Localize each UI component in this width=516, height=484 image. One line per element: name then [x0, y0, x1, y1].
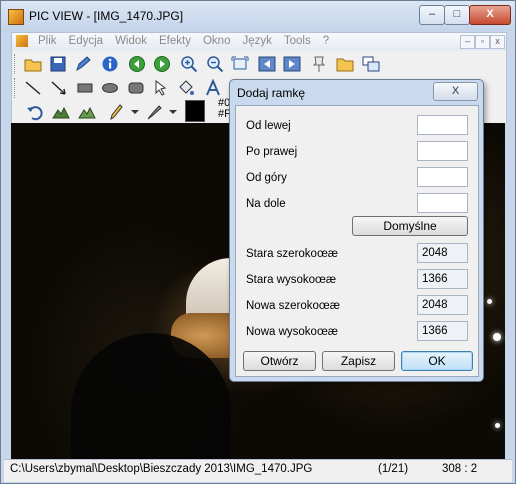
- label-bottom: Na dole: [246, 198, 286, 210]
- folder-icon[interactable]: [336, 55, 354, 73]
- maximize-button[interactable]: □: [444, 5, 470, 25]
- label-old-height: Stara wysokoœæ: [246, 274, 337, 286]
- chevron-down-icon[interactable]: [164, 103, 182, 121]
- photo-light: [487, 299, 492, 304]
- menu-tools[interactable]: Tools: [284, 35, 311, 47]
- open-button[interactable]: Otwórz: [243, 351, 316, 371]
- input-left[interactable]: [417, 115, 468, 135]
- status-file-path: C:\Users\zbymal\Desktop\Bieszczady 2013\…: [10, 463, 313, 475]
- fit-window-icon[interactable]: [231, 55, 249, 73]
- label-new-height: Nowa wysokoœæ: [246, 326, 339, 338]
- menu-plik[interactable]: Plik: [38, 35, 57, 47]
- status-coordinates: 308 : 2: [442, 463, 478, 475]
- last-image-icon[interactable]: [283, 55, 301, 73]
- document-icon[interactable]: [16, 35, 28, 47]
- label-new-width: Nowa szerokoœæ: [246, 300, 340, 312]
- toolbar-grip[interactable]: [14, 54, 18, 74]
- window-title: PIC VIEW - [IMG_1470.JPG]: [29, 9, 184, 23]
- label-left: Od lewej: [246, 120, 291, 132]
- toolbar-grip[interactable]: [14, 78, 18, 98]
- select-tool-icon[interactable]: [152, 79, 170, 97]
- dialog-close-button[interactable]: X: [433, 82, 478, 101]
- mountain-alt-icon[interactable]: [78, 103, 96, 121]
- edit-pencil-icon[interactable]: [74, 55, 92, 73]
- ok-button[interactable]: OK: [401, 351, 473, 371]
- rectangle-tool-icon[interactable]: [76, 79, 94, 97]
- dialog-title: Dodaj ramkę: [237, 86, 306, 100]
- mountain-icon[interactable]: [52, 103, 70, 121]
- arrow-tool-icon[interactable]: [50, 79, 68, 97]
- label-right: Po prawej: [246, 146, 298, 158]
- fill-tool-icon[interactable]: [177, 79, 195, 97]
- windows-icon[interactable]: [362, 55, 380, 73]
- menu-edycja[interactable]: Edycja: [69, 35, 104, 47]
- value-old-height: 1366: [417, 269, 468, 289]
- input-top[interactable]: [417, 167, 468, 187]
- text-tool-icon[interactable]: [204, 79, 222, 97]
- menu-efekty[interactable]: Efekty: [159, 35, 191, 47]
- label-top: Od góry: [246, 172, 287, 184]
- mdi-close-button[interactable]: x: [490, 35, 505, 49]
- menu-okno[interactable]: Okno: [203, 35, 231, 47]
- info-icon[interactable]: [101, 55, 119, 73]
- minimize-button[interactable]: –: [419, 5, 445, 25]
- value-new-width: 2048: [417, 295, 468, 315]
- photo-light: [495, 423, 500, 428]
- next-icon[interactable]: [153, 55, 171, 73]
- add-frame-dialog: Dodaj ramkę X Od lewej Po prawej Od góry…: [229, 79, 484, 382]
- value-new-height: 1366: [417, 321, 468, 341]
- open-folder-icon[interactable]: [24, 55, 42, 73]
- chevron-down-icon[interactable]: [126, 103, 144, 121]
- brush-tool-icon[interactable]: [145, 103, 163, 121]
- status-bar: C:\Users\zbymal\Desktop\Bieszczady 2013\…: [4, 459, 512, 482]
- previous-icon[interactable]: [128, 55, 146, 73]
- status-image-count: (1/21): [378, 463, 409, 475]
- ellipse-tool-icon[interactable]: [101, 79, 119, 97]
- save-button[interactable]: Zapisz: [322, 351, 395, 371]
- save-icon[interactable]: [49, 55, 67, 73]
- photo-light: [493, 333, 501, 341]
- color-swatch[interactable]: [185, 100, 205, 122]
- zoom-out-icon[interactable]: [206, 55, 224, 73]
- menu-jezyk[interactable]: Język: [242, 35, 271, 47]
- undo-icon[interactable]: [26, 103, 44, 121]
- title-bar[interactable]: PIC VIEW - [IMG_1470.JPG] – □ X: [1, 1, 515, 31]
- rounded-rect-tool-icon[interactable]: [127, 79, 145, 97]
- menu-widok[interactable]: Widok: [115, 35, 147, 47]
- app-icon: [8, 9, 24, 25]
- input-right[interactable]: [417, 141, 468, 161]
- menu-bar: Plik Edycja Widok Efekty Okno Język Tool…: [11, 32, 507, 52]
- line-tool-icon[interactable]: [24, 79, 42, 97]
- label-old-width: Stara szerokoœæ: [246, 248, 339, 260]
- input-bottom[interactable]: [417, 193, 468, 213]
- zoom-in-icon[interactable]: [180, 55, 198, 73]
- pencil-tool-icon[interactable]: [107, 103, 125, 121]
- dialog-body: Od lewej Po prawej Od góry Na dole Domyś…: [235, 105, 479, 377]
- menu-help[interactable]: ?: [323, 35, 329, 47]
- pin-icon[interactable]: [310, 55, 328, 73]
- default-button[interactable]: Domyślne: [352, 216, 468, 236]
- first-image-icon[interactable]: [258, 55, 276, 73]
- value-old-width: 2048: [417, 243, 468, 263]
- mdi-minimize-button[interactable]: –: [460, 35, 475, 49]
- close-button[interactable]: X: [469, 5, 511, 25]
- mdi-restore-button[interactable]: ▫: [475, 35, 490, 49]
